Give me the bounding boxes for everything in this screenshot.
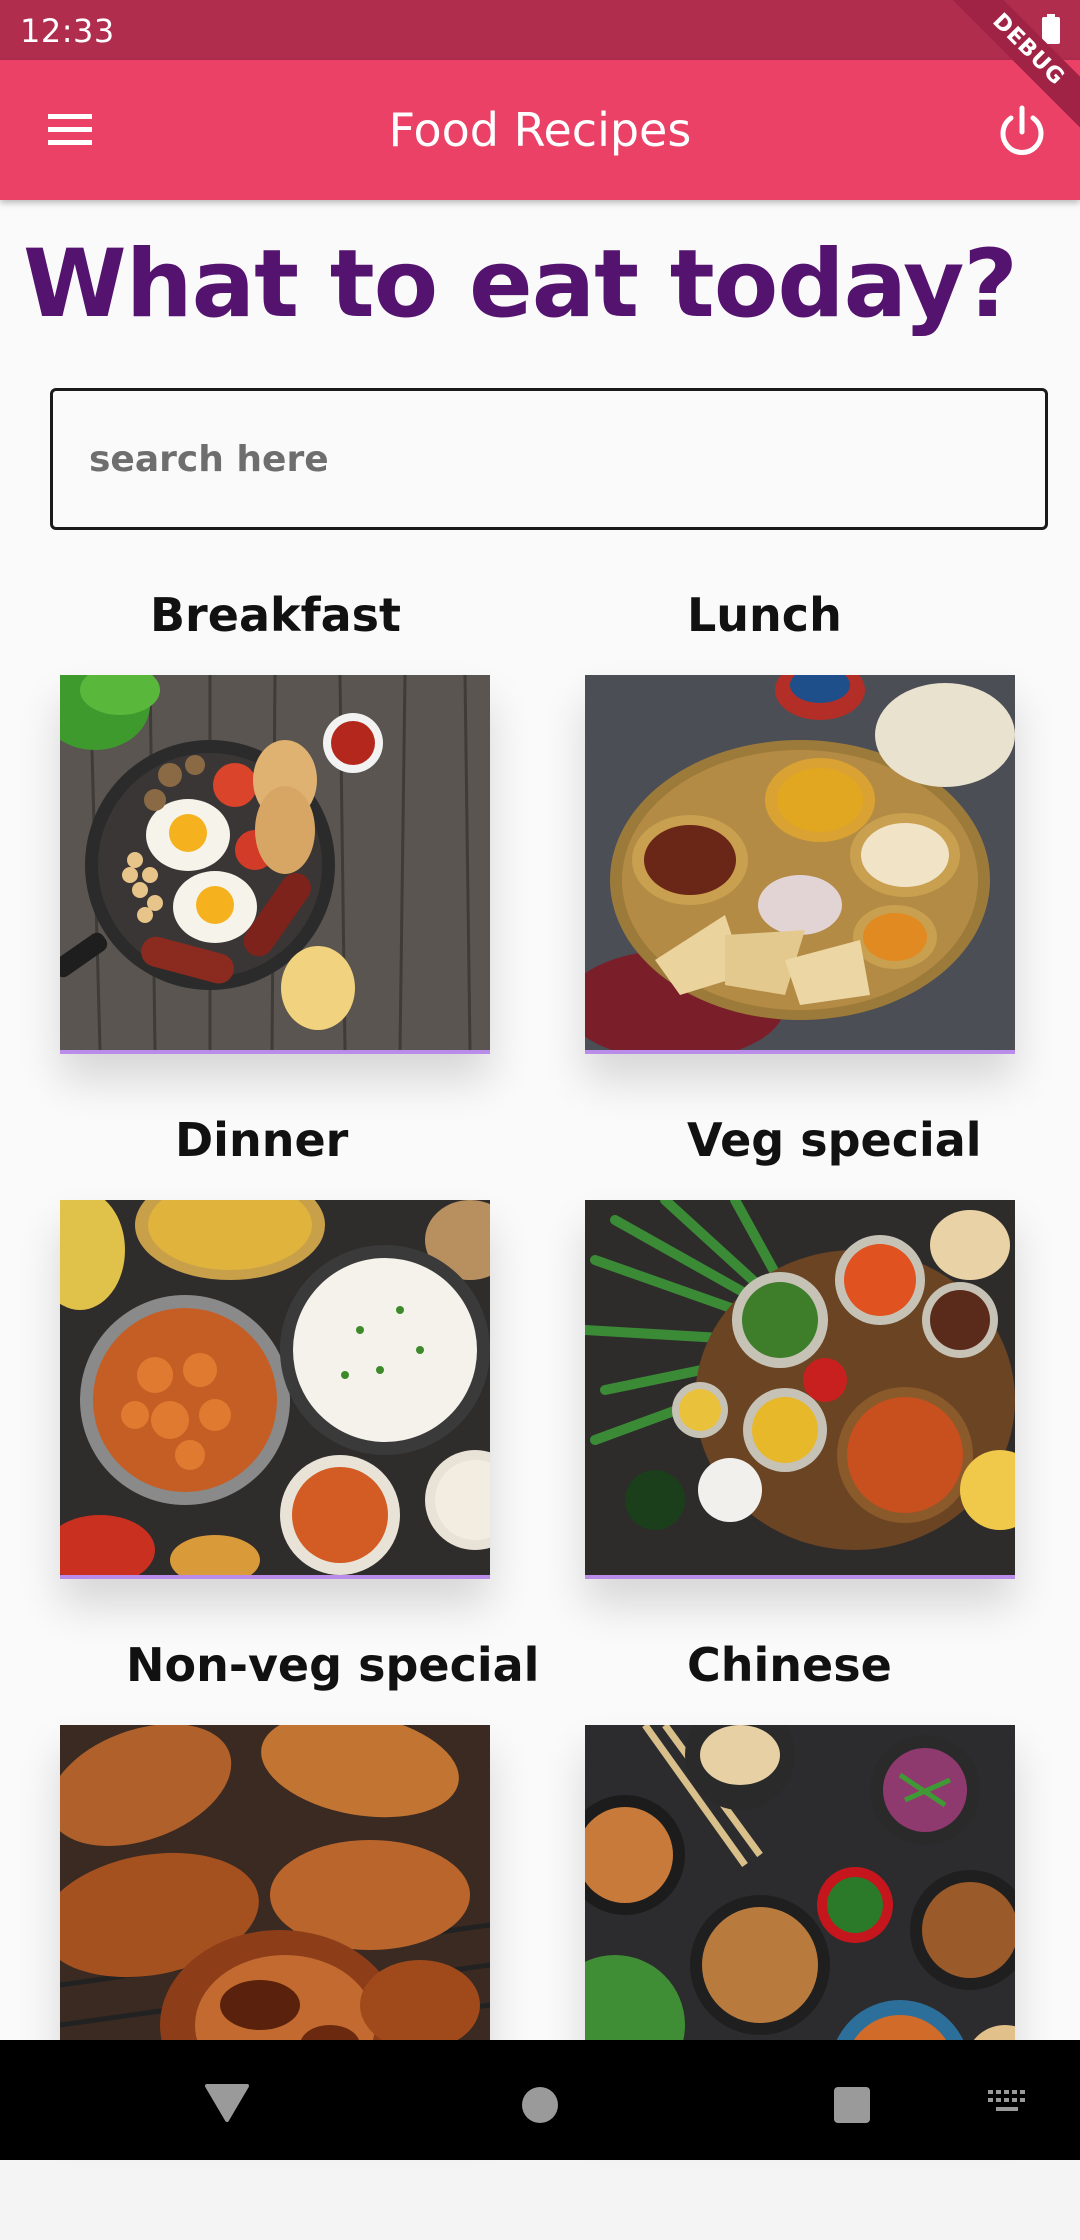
app-bar: Food Recipes: [0, 60, 1080, 200]
nav-back-button[interactable]: [205, 2084, 249, 2127]
category-title: Breakfast: [150, 588, 402, 642]
category-image-lunch[interactable]: [585, 675, 1015, 1054]
main-content: What to eat today? Breakfast: [0, 200, 1080, 2104]
app-title: Food Recipes: [388, 103, 692, 157]
category-card-lunch[interactable]: Lunch: [585, 580, 1015, 1055]
home-icon: [522, 2087, 558, 2123]
power-icon: [1000, 105, 1044, 155]
category-image-breakfast[interactable]: [60, 675, 490, 1054]
nav-recents-button[interactable]: [833, 2086, 871, 2129]
search-box[interactable]: [50, 388, 1048, 530]
back-icon: [205, 2084, 249, 2122]
page-heading: What to eat today?: [23, 230, 1018, 339]
recents-icon: [834, 2087, 870, 2123]
nav-home-button[interactable]: [521, 2086, 559, 2129]
category-image-veg-special[interactable]: [585, 1200, 1015, 1579]
category-title: Veg special: [687, 1113, 982, 1167]
category-card-veg-special[interactable]: Veg special: [585, 1105, 1015, 1580]
battery-icon: [1042, 14, 1060, 44]
category-card-breakfast[interactable]: Breakfast: [60, 580, 490, 1055]
system-nav-bar: [0, 2040, 1080, 2160]
category-title: Lunch: [687, 588, 842, 642]
category-title: Chinese: [687, 1638, 892, 1692]
logout-button[interactable]: [992, 102, 1052, 162]
category-card-dinner[interactable]: Dinner: [60, 1105, 490, 1580]
status-time: 12:33: [20, 12, 115, 50]
status-bar: 12:33: [0, 0, 1080, 60]
menu-icon: [48, 114, 92, 145]
nav-keyboard-button[interactable]: [988, 2090, 1028, 2119]
keyboard-icon: [988, 2090, 1025, 2111]
menu-button[interactable]: [40, 100, 100, 160]
search-input[interactable]: [53, 391, 1045, 527]
category-image-dinner[interactable]: [60, 1200, 490, 1579]
category-title: Non-veg special: [126, 1638, 540, 1692]
category-title: Dinner: [175, 1113, 349, 1167]
